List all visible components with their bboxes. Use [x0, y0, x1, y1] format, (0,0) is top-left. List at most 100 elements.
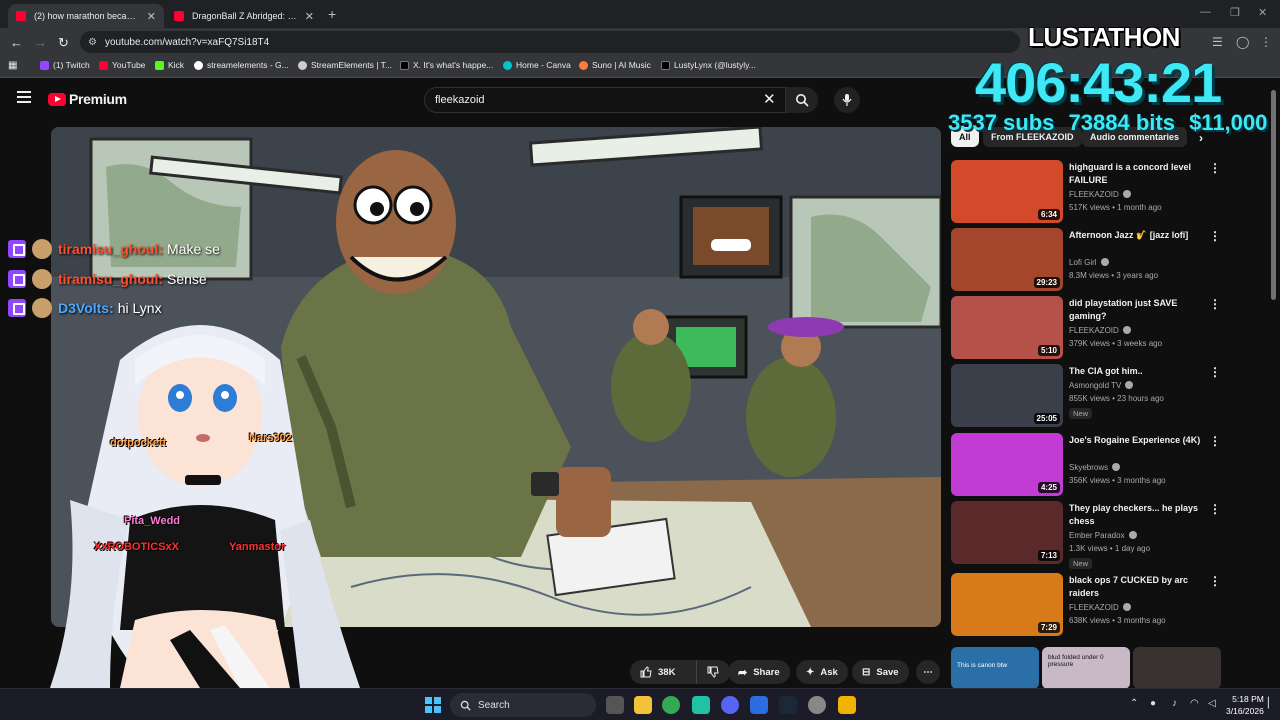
bookmark-kick[interactable]: Kick [155, 60, 184, 70]
apps-grid-icon[interactable]: ▦ [8, 60, 17, 71]
channel-name[interactable]: FLEEKAZOID [1069, 326, 1131, 335]
bookmark-streamelements-g[interactable]: streamelements - G... [194, 60, 289, 70]
more-vertical-icon[interactable]: ⋮ [1209, 574, 1221, 588]
bookmark-youtube[interactable]: YouTube [99, 60, 145, 70]
steam-icon[interactable] [779, 696, 797, 714]
short-thumbnail[interactable] [1133, 647, 1221, 689]
recommendation-card[interactable]: 7:13 They play checkers... he plays chess… [951, 501, 1221, 569]
bookmark-streamelements[interactable]: StreamElements | T... [298, 60, 392, 70]
microphone-icon[interactable]: ♪ [1172, 698, 1177, 709]
recommendation-card[interactable]: 7:29 black ops 7 CUCKED by arc raiders FLE… [951, 573, 1221, 639]
hamburger-menu-icon[interactable] [17, 91, 31, 103]
recommendation-card[interactable]: 5:10 did playstation just SAVE gaming? FLE… [951, 296, 1221, 362]
tab-youtube-video[interactable]: (2) how marathon became HATED ✕ [8, 4, 164, 28]
address-bar[interactable]: ⚙ youtube.com/watch?v=xaFQ7Si18T4 [80, 31, 1020, 53]
windows-start-icon[interactable] [425, 697, 441, 713]
recommendation-card[interactable]: 6:34 highguard is a concord level FAILURE… [951, 160, 1221, 226]
bookmark-suno[interactable]: Suno | AI Music [579, 60, 651, 70]
forward-icon[interactable]: → [34, 35, 47, 50]
channel-label: Skyebrows [1069, 463, 1109, 472]
taskbar-search[interactable]: Search [450, 693, 596, 717]
scrollbar[interactable] [1271, 90, 1276, 300]
voice-search-button[interactable] [834, 87, 860, 113]
discord-icon[interactable] [721, 696, 739, 714]
menu-icon[interactable]: ⋮ [1260, 35, 1272, 49]
app-icon[interactable] [838, 696, 856, 714]
channel-name[interactable]: Ember Paradox [1069, 531, 1137, 540]
channel-name[interactable]: FLEEKAZOID [1069, 190, 1131, 199]
bookmark-twitch[interactable]: (1) Twitch [40, 60, 90, 70]
channel-name[interactable]: FLEEKAZOID [1069, 603, 1131, 612]
wifi-icon[interactable]: ◠ [1190, 698, 1199, 709]
tab-close-icon[interactable]: ✕ [147, 10, 156, 23]
recommendation-card[interactable]: 25:05 The CIA got him.. Asmongold TV 855K v… [951, 364, 1221, 430]
suno-icon [579, 60, 588, 70]
more-actions-button[interactable]: ⋯ [916, 660, 940, 684]
video-thumbnail[interactable]: 5:10 [951, 296, 1063, 359]
new-tab-icon[interactable]: + [328, 6, 336, 22]
short-thumbnail[interactable]: This is canon btw [951, 647, 1039, 689]
video-thumbnail[interactable]: 6:34 [951, 160, 1063, 223]
more-vertical-icon[interactable]: ⋮ [1209, 161, 1221, 175]
video-thumbnail[interactable]: 25:05 [951, 364, 1063, 427]
channel-name[interactable]: Lofi Girl [1069, 258, 1109, 267]
recommendation-card[interactable]: 29:23 Afternoon Jazz 🎷 [jazz lofi] Lofi Gi… [951, 228, 1221, 294]
video-title[interactable]: highguard is a concord level FAILURE [1069, 161, 1204, 186]
close-window-icon[interactable]: ✕ [1258, 6, 1267, 19]
tab-dragonball[interactable]: DragonBall Z Abridged: Episode ✕ [166, 4, 322, 28]
more-vertical-icon[interactable]: ⋮ [1209, 502, 1221, 516]
like-button[interactable]: 38K [630, 660, 696, 684]
task-view-icon[interactable] [606, 696, 624, 714]
taskbar-clock[interactable]: 5:18 PM 3/16/2026 [1226, 693, 1264, 717]
bitwarden-icon[interactable] [750, 696, 768, 714]
video-title[interactable]: black ops 7 CUCKED by arc raiders [1069, 574, 1204, 599]
tray-overflow-icon[interactable]: ⌃ [1130, 698, 1138, 709]
x-icon [400, 60, 409, 70]
search-input[interactable]: fleekazoid [424, 87, 786, 113]
bookmark-x[interactable]: X. It's what's happe... [400, 60, 493, 70]
twitch-icon [40, 60, 49, 70]
video-thumbnail[interactable]: 7:13 [951, 501, 1063, 564]
channel-name[interactable]: Skyebrows [1069, 463, 1121, 472]
minimize-icon[interactable]: — [1200, 6, 1211, 18]
dislike-button[interactable] [696, 660, 730, 684]
bookmark-canva[interactable]: Home - Canva [503, 60, 571, 70]
video-thumbnail[interactable]: 4:25 [951, 433, 1063, 496]
save-button[interactable]: ⊟ Save [852, 660, 909, 684]
video-thumbnail[interactable]: 29:23 [951, 228, 1063, 291]
more-vertical-icon[interactable]: ⋮ [1209, 434, 1221, 448]
tab-search-icon[interactable]: ☰ [1212, 35, 1223, 49]
notification-icon[interactable]: ▏ [1268, 698, 1276, 709]
site-info-icon[interactable]: ⚙ [88, 37, 97, 48]
tab-label: DragonBall Z Abridged: Episode [192, 11, 299, 21]
chrome-icon[interactable] [662, 696, 680, 714]
tray-app-icon[interactable]: ● [1150, 698, 1156, 709]
share-button[interactable]: ➦ Share [728, 660, 790, 684]
short-thumbnail[interactable]: blud folded under 0 pressure [1042, 647, 1130, 689]
video-title[interactable]: did playstation just SAVE gaming? [1069, 297, 1204, 322]
back-icon[interactable]: ← [10, 35, 23, 50]
channel-name[interactable]: Asmongold TV [1069, 381, 1134, 390]
clear-search-icon[interactable]: ✕ [763, 90, 776, 108]
maximize-icon[interactable]: ❐ [1230, 6, 1240, 19]
app-icon[interactable] [692, 696, 710, 714]
video-title[interactable]: Joe's Rogaine Experience (4K) [1069, 434, 1204, 447]
video-title[interactable]: Afternoon Jazz 🎷 [jazz lofi] [1069, 229, 1204, 242]
more-vertical-icon[interactable]: ⋮ [1209, 365, 1221, 379]
recommendation-card[interactable]: 4:25 Joe's Rogaine Experience (4K) Skyebro… [951, 433, 1221, 499]
bookmark-tiktok[interactable]: LustyLynx (@lustyly... [661, 60, 756, 70]
volume-icon[interactable]: ◁ [1208, 698, 1216, 709]
video-title[interactable]: They play checkers... he plays chess [1069, 502, 1204, 527]
more-vertical-icon[interactable]: ⋮ [1209, 297, 1221, 311]
tab-close-icon[interactable]: ✕ [305, 10, 314, 23]
obs-icon[interactable] [808, 696, 826, 714]
youtube-logo[interactable]: Premium [48, 91, 127, 107]
video-title[interactable]: The CIA got him.. [1069, 365, 1204, 378]
file-explorer-icon[interactable] [634, 696, 652, 714]
more-vertical-icon[interactable]: ⋮ [1209, 229, 1221, 243]
search-button[interactable] [786, 87, 818, 113]
ask-button[interactable]: ✦ Ask [796, 660, 848, 684]
profile-icon[interactable]: ◯ [1236, 35, 1249, 49]
video-thumbnail[interactable]: 7:29 [951, 573, 1063, 636]
reload-icon[interactable]: ↻ [58, 35, 69, 51]
